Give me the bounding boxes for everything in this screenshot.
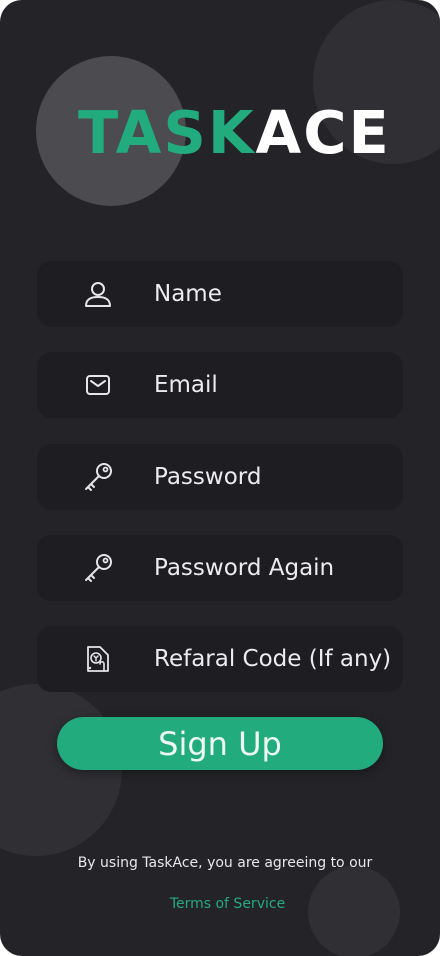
- sign-up-button[interactable]: Sign Up: [57, 717, 383, 770]
- decorative-circle: [0, 684, 122, 856]
- referral-code-input[interactable]: [154, 626, 399, 692]
- terms-of-service-link[interactable]: Terms of Service: [0, 896, 440, 912]
- email-field[interactable]: [37, 352, 403, 418]
- mail-icon: [86, 375, 110, 395]
- password-again-field[interactable]: [37, 535, 403, 601]
- key-icon: [85, 554, 112, 582]
- name-field[interactable]: [37, 261, 403, 327]
- user-icon: [85, 282, 111, 307]
- key-icon: [85, 463, 112, 491]
- logo-part-task: TASK: [78, 98, 256, 167]
- name-input[interactable]: [154, 261, 399, 327]
- password-field[interactable]: [37, 444, 403, 510]
- email-input[interactable]: [154, 352, 399, 418]
- app-logo: TASKACE: [78, 98, 391, 168]
- password-again-input[interactable]: [154, 535, 399, 601]
- referral-code-field[interactable]: [37, 626, 403, 692]
- signup-screen: TASKACE Name Email Refaral Code (If any)…: [0, 0, 440, 956]
- referral-icon: [87, 646, 109, 672]
- terms-agreement-text: By using TaskAce, you are agreeing to ou…: [77, 855, 373, 871]
- password-input[interactable]: [154, 444, 399, 510]
- logo-part-ace: ACE: [255, 98, 391, 167]
